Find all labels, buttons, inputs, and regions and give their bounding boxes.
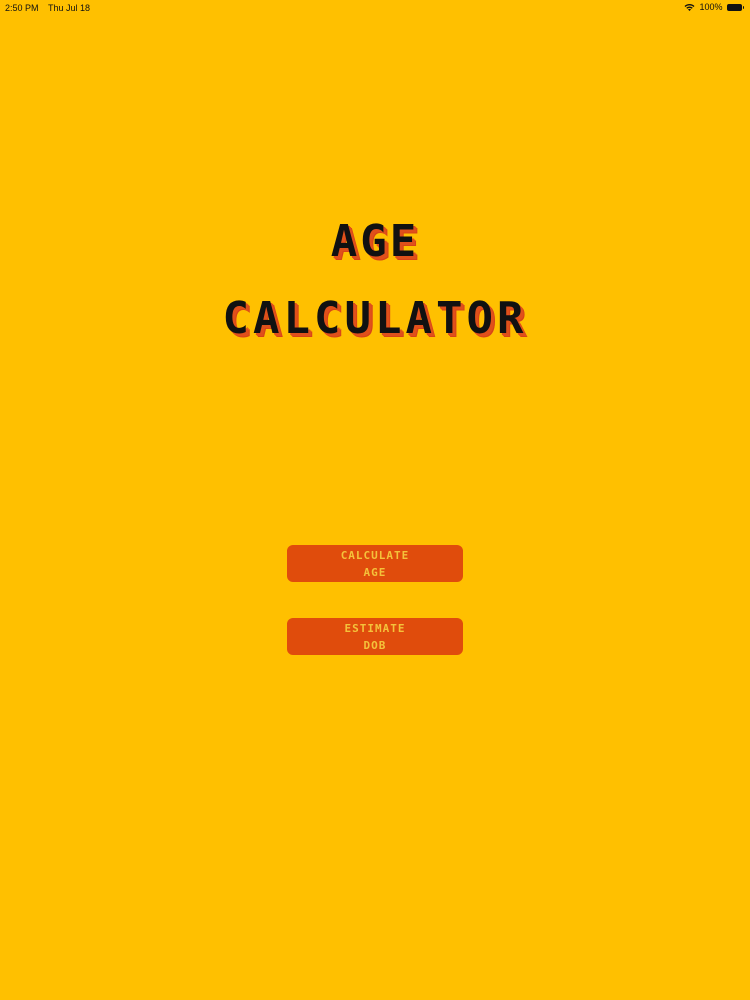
estimate-dob-button[interactable]: ESTIMATE DOB xyxy=(287,618,463,655)
status-bar: 2:50 PM Thu Jul 18 100% xyxy=(0,0,750,16)
wifi-icon xyxy=(684,3,695,12)
calculate-age-button[interactable]: CALCULATE AGE xyxy=(287,545,463,582)
status-date: Thu Jul 18 xyxy=(48,3,91,13)
status-indicators: 100% xyxy=(684,2,744,12)
app-title-line2: CALCULATOR xyxy=(222,293,528,344)
battery-icon xyxy=(726,3,744,11)
estimate-dob-label-line2: DOB xyxy=(363,638,387,652)
status-time: 2:50 PM xyxy=(5,3,39,13)
calculate-age-label-line2: AGE xyxy=(363,565,387,579)
app-title-line1: AGE xyxy=(330,216,420,267)
calculate-age-label-line1: CALCULATE xyxy=(340,548,410,562)
battery-percent: 100% xyxy=(699,2,723,12)
estimate-dob-label-line1: ESTIMATE xyxy=(344,621,406,635)
